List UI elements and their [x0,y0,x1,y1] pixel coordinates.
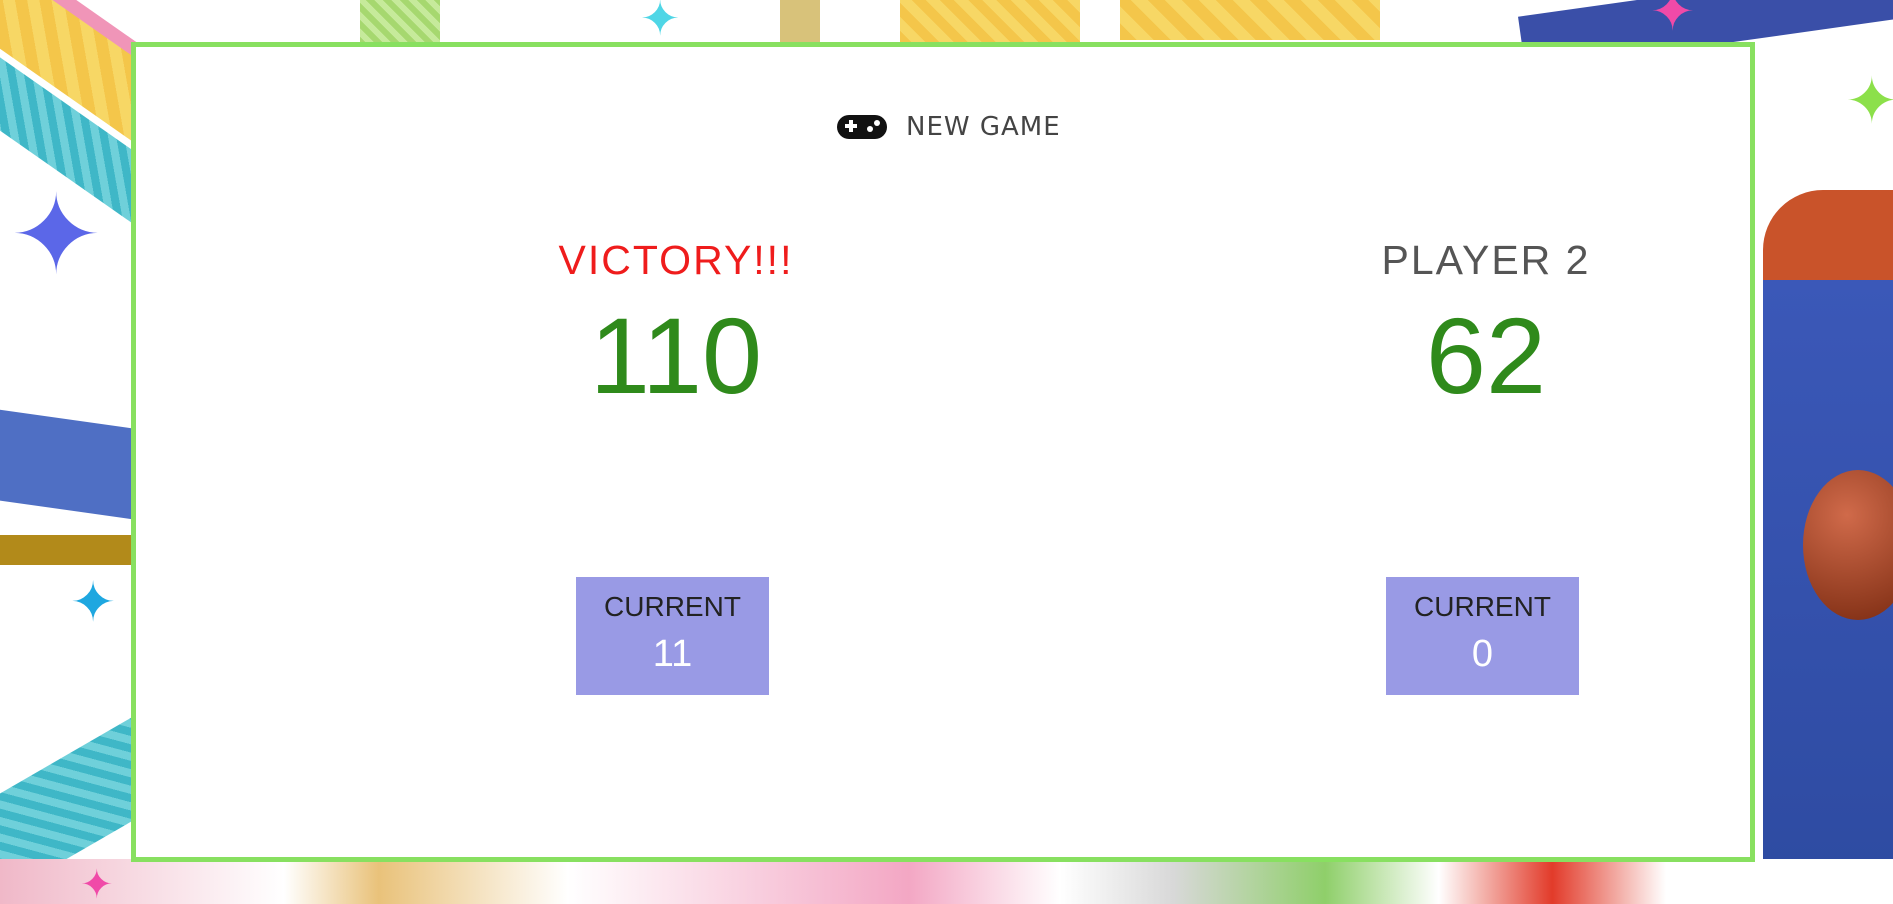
sparkle-icon: ✦ [80,862,114,904]
background-stripe [900,0,1080,45]
player2-name: PLAYER 2 [1381,237,1591,283]
player2-current-value: 0 [1471,633,1494,675]
player2-panel: PLAYER 2 62 [1236,237,1736,410]
sparkle-icon: ✦ [70,570,117,634]
player1-name: VICTORY!!! [558,237,794,283]
player2-current-box: CURRENT 0 [1386,577,1579,695]
sparkle-icon: ✦ [1650,0,1696,43]
background-stripe [0,535,150,565]
background-stripe [1120,0,1380,40]
background-stripe [360,0,440,45]
player1-current-value: 11 [652,633,693,675]
new-game-label: NEW GAME [906,112,1061,142]
player2-current-label: CURRENT [1414,591,1551,622]
new-game-button[interactable]: NEW GAME [836,107,1061,147]
characters-strip [0,859,1893,904]
player2-score: 62 [1425,295,1547,416]
player1-current-box: CURRENT 11 [576,577,769,695]
sparkle-icon: ✦ [1845,65,1893,139]
player1-panel: VICTORY!!! 110 [426,237,926,410]
player1-current-label: CURRENT [604,591,741,622]
sparkle-icon: ✦ [10,171,103,299]
player1-score: 110 [589,295,763,416]
sparkle-icon: ✦ [640,0,681,47]
gamepad-icon [836,112,888,142]
game-board: NEW GAME VICTORY!!! 110 PLAYER 2 62 CURR… [131,42,1755,862]
